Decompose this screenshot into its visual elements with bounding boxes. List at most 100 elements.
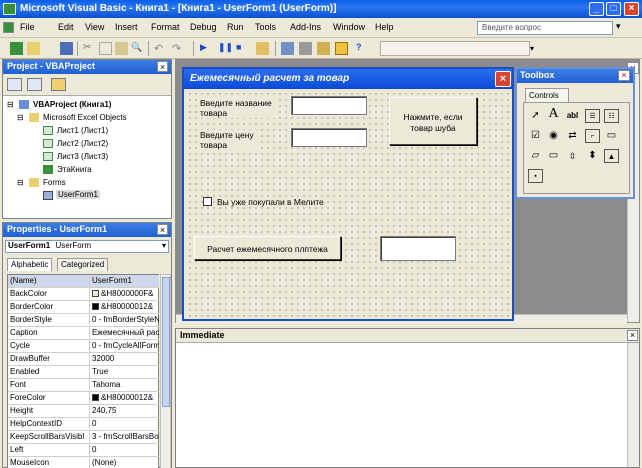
toolbar-options-icon[interactable]: ▾ (530, 44, 534, 53)
close-button[interactable]: × (624, 2, 639, 16)
commandbutton-tool-icon[interactable]: ▭ (604, 129, 619, 143)
tree-vbaproject[interactable]: VBAProject (Книга1) (33, 100, 111, 109)
view-excel-icon[interactable] (10, 42, 23, 55)
property-row[interactable]: Caption Ежемесячный рас (8, 327, 159, 340)
paste-icon[interactable] (115, 42, 128, 55)
togglebutton-tool-icon[interactable]: ⇄ (565, 129, 580, 143)
textbox-result[interactable] (380, 236, 456, 261)
property-row[interactable]: Font Tahoma (8, 379, 159, 392)
tab-categorized[interactable]: Categorized (57, 258, 109, 271)
property-row[interactable]: BorderStyle 0 - fmBorderStyleN (8, 314, 159, 327)
menu-edit[interactable]: Edit (58, 22, 74, 32)
maximize-button[interactable]: □ (606, 2, 621, 16)
object-browser-icon[interactable] (317, 42, 330, 55)
userform-close-icon[interactable]: × (495, 71, 511, 87)
toolbox-icon[interactable] (335, 42, 348, 55)
calculate-payment-button[interactable]: Расчет ежемесячного плптежа (194, 236, 341, 260)
property-value[interactable]: 240,75 (89, 405, 159, 417)
insert-userform-icon[interactable] (27, 42, 40, 55)
toggle-folders-icon[interactable] (51, 78, 66, 91)
run-icon[interactable]: ▶ (200, 42, 213, 55)
label-tool-icon[interactable]: A (546, 107, 561, 121)
find-icon[interactable]: 🔍 (131, 42, 144, 55)
tree-expand-icon[interactable]: ⊟ (17, 178, 24, 187)
tree-sheet3[interactable]: Лист3 (Лист3) (57, 152, 108, 161)
project-close-icon[interactable]: × (157, 61, 168, 72)
checkbox-label[interactable]: Вы уже покупали в Мелите (217, 197, 324, 207)
tree-sheet1[interactable]: Лист1 (Лист1) (57, 126, 108, 135)
property-value[interactable]: Ежемесячный рас (89, 327, 159, 339)
menu-view[interactable]: View (85, 22, 104, 32)
chevron-down-icon[interactable]: ▾ (162, 241, 166, 250)
purchased-checkbox[interactable] (203, 197, 212, 206)
scroll-thumb[interactable] (162, 277, 170, 407)
property-row[interactable]: Enabled True (8, 366, 159, 379)
immediate-window[interactable]: Immediate × (175, 328, 640, 468)
label-product-price[interactable]: Введите цену товара (200, 130, 260, 150)
select-objects-icon[interactable]: ➚ (528, 109, 543, 123)
help-search-input[interactable]: Введите вопрос (477, 21, 613, 35)
cut-icon[interactable]: ✂ (83, 42, 96, 55)
image-tool-icon[interactable]: ▲ (604, 149, 619, 163)
property-value[interactable]: &H8000000F& (89, 288, 159, 300)
view-code-icon[interactable] (7, 78, 22, 91)
property-row[interactable]: HelpContextID 0 (8, 418, 159, 431)
menu-format[interactable]: Format (151, 22, 180, 32)
property-value[interactable]: 3 - fmScrollBarsBo (89, 431, 159, 443)
menu-tools[interactable]: Tools (255, 22, 276, 32)
property-value[interactable]: 0 - fmBorderStyleN (89, 314, 159, 326)
toolbox-close-icon[interactable]: × (618, 70, 630, 81)
property-value[interactable]: True (89, 366, 159, 378)
frame-tool-icon[interactable]: ⌐ (585, 129, 600, 143)
multipage-tool-icon[interactable]: ▭ (546, 149, 561, 163)
spinbutton-tool-icon[interactable]: ⬍ (585, 149, 600, 163)
break-icon[interactable]: ❚❚ (218, 42, 233, 55)
combobox-tool-icon[interactable]: ☰ (585, 109, 600, 123)
tree-sheet2[interactable]: Лист2 (Лист2) (57, 139, 108, 148)
tree-expand-icon[interactable]: ⊟ (17, 113, 24, 122)
tree-userform1[interactable]: UserForm1 (56, 190, 101, 199)
help-icon[interactable]: ? (356, 42, 369, 55)
property-row[interactable]: MouseIcon (None) (8, 457, 159, 468)
tree-expand-icon[interactable]: ⊟ (7, 100, 14, 109)
property-value[interactable]: 32000 (89, 353, 159, 365)
view-object-icon[interactable] (27, 78, 42, 91)
menu-file[interactable]: File (20, 22, 35, 32)
property-value[interactable]: (None) (89, 457, 159, 468)
property-value[interactable]: &H80000012& (89, 301, 159, 313)
immediate-scrollbar[interactable] (627, 343, 639, 467)
help-dropdown-icon[interactable]: ▾ (616, 21, 621, 32)
tree-excel-objects[interactable]: Microsoft Excel Objects (43, 113, 127, 122)
copy-icon[interactable] (99, 42, 112, 55)
menu-insert[interactable]: Insert (115, 22, 138, 32)
reset-icon[interactable]: ■ (236, 42, 249, 55)
object-select[interactable]: UserForm1 UserForm ▾ (5, 240, 169, 253)
tabstrip-tool-icon[interactable]: ▱ (528, 149, 543, 163)
tree-forms[interactable]: Forms (43, 178, 66, 187)
property-row[interactable]: Height 240,75 (8, 405, 159, 418)
tab-controls[interactable]: Controls (525, 88, 569, 102)
fur-coat-button[interactable]: Нажмите, если товар шуба (389, 97, 477, 145)
properties-close-icon[interactable]: × (157, 224, 168, 235)
property-value[interactable]: Tahoma (89, 379, 159, 391)
property-value[interactable]: 0 (89, 418, 159, 430)
save-icon[interactable] (60, 42, 73, 55)
menu-debug[interactable]: Debug (190, 22, 217, 32)
property-row[interactable]: Left 0 (8, 444, 159, 457)
textbox-tool-icon[interactable]: abl (565, 109, 580, 123)
property-value[interactable]: 0 - fmCycleAllForm (89, 340, 159, 352)
refedit-tool-icon[interactable]: ▪ (528, 169, 543, 183)
menu-addins[interactable]: Add-Ins (290, 22, 321, 32)
textbox-product-price[interactable] (291, 128, 367, 147)
textbox-product-name[interactable] (291, 96, 367, 115)
project-explorer-icon[interactable] (281, 42, 294, 55)
userform-window[interactable]: Ежемесячный расчет за товар × Введите на… (182, 67, 514, 321)
design-mode-icon[interactable] (256, 42, 269, 55)
property-value[interactable]: 0 (89, 444, 159, 456)
menu-window[interactable]: Window (333, 22, 365, 32)
property-row[interactable]: KeepScrollBarsVisibl 3 - fmScrollBarsBo (8, 431, 159, 444)
property-row[interactable]: BackColor &H8000000F& (8, 288, 159, 301)
label-product-name[interactable]: Введите название товара (200, 98, 278, 118)
undo-icon[interactable]: ↶ (154, 42, 167, 55)
excel-menu-icon[interactable] (3, 22, 14, 33)
